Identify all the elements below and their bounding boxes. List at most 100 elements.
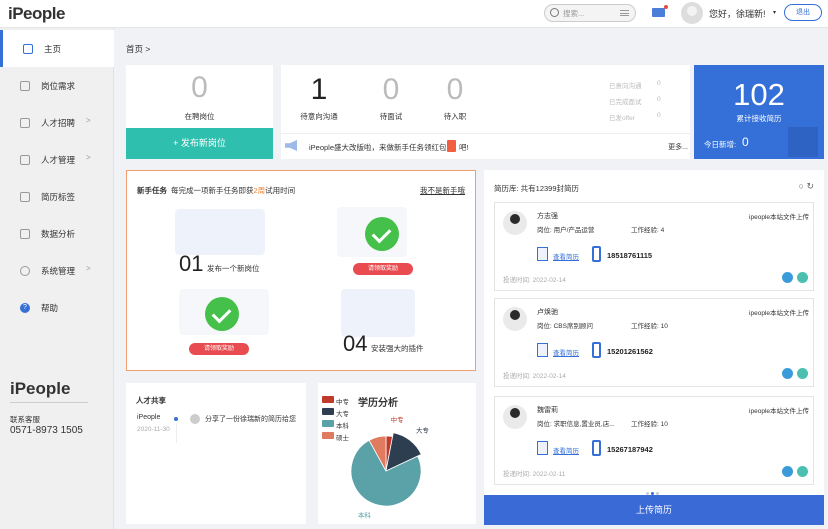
step-number: 04 <box>343 331 368 356</box>
candidate-phone: 15201261562 <box>607 347 653 356</box>
search-box[interactable]: 搜索... <box>544 4 636 22</box>
sidebar-item-label: 人才招聘 <box>41 118 76 128</box>
search-menu-icon[interactable] <box>620 10 629 16</box>
plugin-illustration <box>341 289 415 337</box>
side-stat-label: 已完成面试 <box>609 99 642 106</box>
share-icon[interactable] <box>797 466 808 477</box>
post-job-button[interactable]: + 发布新岗位 <box>126 128 273 159</box>
total-resumes-card: 102 累计接收简历 今日新增: 0 <box>694 65 824 159</box>
pending-onboard-count[interactable]: 0 <box>433 73 477 107</box>
document-icon <box>537 343 548 357</box>
side-stat-label: 已意向沟通 <box>609 83 642 90</box>
redeem-button[interactable]: 请领取奖励 <box>353 263 413 275</box>
sidebar-item-home[interactable]: 主页 <box>0 30 114 67</box>
redeem-button[interactable]: 请领取奖励 <box>189 343 249 355</box>
tasks-subtitle: 每完成一项新手任务即获2周试用时间 <box>171 185 295 196</box>
user-avatar[interactable] <box>681 2 703 24</box>
tasks-title: 新手任务 <box>137 186 167 195</box>
sidebar-item-label: 人才管理 <box>41 155 76 165</box>
chevron-right-icon: > <box>86 153 91 162</box>
view-resume-link[interactable]: 查看简历 <box>553 347 579 357</box>
check-icon <box>365 217 399 251</box>
recruiting-label: 在聘岗位 <box>184 112 215 121</box>
person-icon <box>20 155 30 165</box>
notice-suffix: 吧! <box>459 143 469 152</box>
download-icon[interactable] <box>782 272 793 283</box>
list-icon[interactable] <box>788 127 818 157</box>
sidebar-item-resume-tags[interactable]: 简历标签 <box>0 178 114 215</box>
candidate-experience: 工作经验: 10 <box>631 421 668 428</box>
resume-item[interactable]: 卢焕驰 岗位: CBS席别顾问 工作经验: 10 ipeople本站文件上传 查… <box>494 298 814 387</box>
side-stat-label: 已发offer <box>609 115 635 122</box>
submit-date: 投递时间: 2022-02-11 <box>503 471 566 478</box>
candidate-position: 岗位: 用户/产品运营 <box>537 227 595 234</box>
document-icon <box>537 441 548 455</box>
pending-onboard-label: 待入职 <box>443 112 467 121</box>
sidebar-item-label: 数据分析 <box>41 229 76 239</box>
skip-newbie-link[interactable]: 我不是新手哦 <box>420 185 465 196</box>
avatar <box>503 405 527 429</box>
sidebar-item-label: 岗位需求 <box>41 81 76 91</box>
sidebar-item-system-mgmt[interactable]: 系统管理 > <box>0 252 114 289</box>
phone-icon <box>592 246 601 262</box>
logout-button[interactable]: 退出 <box>784 4 822 21</box>
resume-item[interactable]: 魏雷莉 岗位: 求职信息,置业员,店... 工作经验: 10 ipeople本站… <box>494 396 814 485</box>
tag-icon <box>20 192 30 202</box>
candidate-name: 卢焕驰 <box>537 309 558 316</box>
app-logo[interactable]: iPeople <box>8 4 65 24</box>
message-icon[interactable] <box>652 5 668 17</box>
subtitle-prefix: 每完成一项新手任务即获 <box>171 186 254 195</box>
sidebar-item-data-analysis[interactable]: 数据分析 <box>0 215 114 252</box>
sidebar-item-recruiting[interactable]: 人才招聘 > <box>0 104 114 141</box>
search-placeholder: 搜索... <box>563 9 585 18</box>
timeline-line <box>176 423 177 443</box>
sidebar-item-label: 系统管理 <box>41 266 76 276</box>
sidebar-item-label: 主页 <box>44 44 62 54</box>
speaker-icon <box>285 140 297 151</box>
pie-slice-label-1: 大专 <box>416 425 430 434</box>
chevron-down-icon[interactable]: ▾ <box>773 9 776 16</box>
newbie-tasks-card: 新手任务 每完成一项新手任务即获2周试用时间 我不是新手哦 请领取奖励 01 发… <box>126 170 476 371</box>
sidebar-item-talent-mgmt[interactable]: 人才管理 > <box>0 141 114 178</box>
side-stat-value: 0 <box>657 96 661 103</box>
phone-icon <box>592 440 601 456</box>
upload-resume-button[interactable]: 上传简历 <box>484 495 824 525</box>
sidebar-item-job-demand[interactable]: 岗位需求 <box>0 67 114 104</box>
customer-service-label: 联系客服 <box>10 415 40 424</box>
candidate-name: 方志强 <box>537 213 558 220</box>
greeting-text[interactable]: 您好，徐瑞新! <box>709 7 766 20</box>
candidate-name: 魏雷莉 <box>537 407 558 414</box>
download-icon[interactable] <box>782 368 793 379</box>
view-resume-link[interactable]: 查看简历 <box>553 445 579 455</box>
sidebar-item-label: 简历标签 <box>41 192 76 202</box>
today-new-label: 今日新增: <box>704 140 737 149</box>
step-number: 01 <box>179 251 204 276</box>
recruiting-count: 0 <box>191 71 208 104</box>
step-label: 安装强大的插件 <box>371 344 424 353</box>
search-icon <box>550 8 559 17</box>
notice-text[interactable]: iPeople盛大改版啦，来做新手任务领红包 <box>309 142 447 153</box>
phone-icon <box>592 342 601 358</box>
pending-comm-count[interactable]: 1 <box>297 73 341 107</box>
red-packet-icon <box>447 140 456 152</box>
sidebar-item-help[interactable]: ? 帮助 <box>0 289 114 326</box>
divider <box>10 402 88 403</box>
share-message[interactable]: 分享了一份徐瑞新的简历给您 <box>205 414 296 424</box>
share-icon[interactable] <box>797 368 808 379</box>
help-icon: ? <box>20 303 30 313</box>
submit-date: 投递时间: 2022-02-14 <box>503 277 566 284</box>
pending-interview-count[interactable]: 0 <box>369 73 413 107</box>
clipboard-icon <box>20 118 30 128</box>
download-icon[interactable] <box>782 466 793 477</box>
share-icon[interactable] <box>797 272 808 283</box>
total-resumes-count: 102 <box>733 77 785 112</box>
view-resume-link[interactable]: 查看简历 <box>553 251 579 261</box>
home-icon <box>23 44 33 54</box>
resume-source: ipeople本站文件上传 <box>749 408 809 415</box>
timeline-dot <box>174 417 178 421</box>
breadcrumb: 首页 > <box>126 44 151 54</box>
search-icon[interactable]: ○ ↻ <box>799 181 814 192</box>
more-link[interactable]: 更多... <box>668 142 688 152</box>
resume-item[interactable]: 方志强 岗位: 用户/产品运营 工作经验: 4 ipeople本站文件上传 查看… <box>494 202 814 291</box>
customer-service-phone: 0571-8973 1505 <box>10 425 83 436</box>
